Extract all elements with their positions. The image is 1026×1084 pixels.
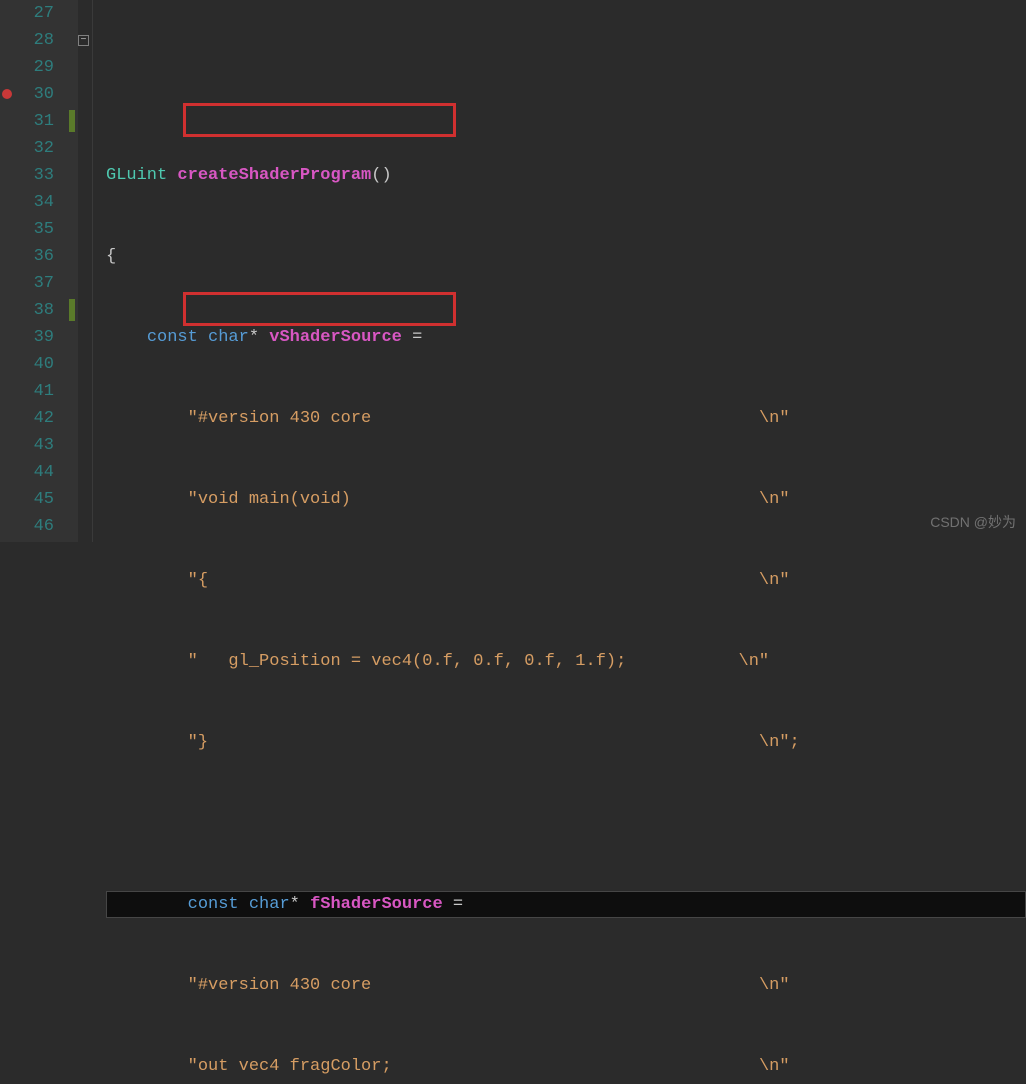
line-number: 27 bbox=[14, 0, 54, 27]
punct: { bbox=[106, 247, 116, 266]
line-number: 38 bbox=[14, 297, 54, 324]
breakpoint-gutter[interactable] bbox=[0, 0, 14, 542]
string-token: "void main(void) bbox=[188, 490, 351, 509]
string-token: \n"; bbox=[759, 733, 800, 752]
string-token: "} bbox=[188, 733, 208, 752]
code-line[interactable]: GLuint createShaderProgram() bbox=[106, 162, 1026, 189]
fold-gutter[interactable]: − bbox=[78, 0, 106, 542]
line-number: 29 bbox=[14, 54, 54, 81]
string-token: \n" bbox=[759, 409, 790, 428]
string-token: "{ bbox=[188, 571, 208, 590]
code-line[interactable] bbox=[106, 81, 1026, 108]
code-line[interactable]: const char* vShaderSource = bbox=[106, 324, 1026, 351]
code-line[interactable]: "#version 430 core \n" bbox=[106, 405, 1026, 432]
line-number: 42 bbox=[14, 405, 54, 432]
line-number: 33 bbox=[14, 162, 54, 189]
function-name: createShaderProgram bbox=[177, 166, 371, 185]
line-number: 43 bbox=[14, 432, 54, 459]
code-line-current[interactable]: const char* fShaderSource = bbox=[106, 891, 1026, 918]
var-name: vShaderSource bbox=[269, 328, 402, 347]
line-number: 36 bbox=[14, 243, 54, 270]
code-line[interactable]: "void main(void) \n" bbox=[106, 486, 1026, 513]
code-line[interactable]: "#version 430 core \n" bbox=[106, 972, 1026, 999]
line-number: 35 bbox=[14, 216, 54, 243]
fold-toggle-icon[interactable]: − bbox=[78, 35, 89, 46]
keyword-token: const bbox=[188, 895, 239, 914]
highlight-box bbox=[183, 103, 456, 137]
change-indicator-gutter bbox=[68, 0, 78, 542]
type-token: GLuint bbox=[106, 166, 167, 185]
string-token: \n" bbox=[759, 1057, 790, 1076]
breakpoint-icon[interactable] bbox=[2, 89, 12, 99]
code-line[interactable]: "out vec4 fragColor; \n" bbox=[106, 1053, 1026, 1080]
code-editor[interactable]: 27 28 29 30 31 32 33 34 35 36 37 38 39 4… bbox=[0, 0, 1026, 542]
line-number: 31 bbox=[14, 108, 54, 135]
string-token: "#version 430 core bbox=[188, 409, 372, 428]
modified-line-icon bbox=[69, 110, 75, 132]
punct: * bbox=[290, 895, 300, 914]
string-token: \n" bbox=[759, 490, 790, 509]
line-number-gutter: 27 28 29 30 31 32 33 34 35 36 37 38 39 4… bbox=[14, 0, 68, 542]
punct: = bbox=[402, 328, 433, 347]
string-token: \n" bbox=[759, 976, 790, 995]
line-number: 37 bbox=[14, 270, 54, 297]
line-number: 44 bbox=[14, 459, 54, 486]
line-number: 40 bbox=[14, 351, 54, 378]
type-token: char bbox=[249, 895, 290, 914]
type-token: char bbox=[208, 328, 249, 347]
line-number: 41 bbox=[14, 378, 54, 405]
modified-line-icon bbox=[69, 299, 75, 321]
string-token: \n" bbox=[739, 652, 770, 671]
punct: = bbox=[443, 895, 474, 914]
punct: () bbox=[371, 166, 391, 185]
code-line[interactable] bbox=[106, 810, 1026, 837]
highlight-box bbox=[183, 292, 456, 326]
code-line[interactable]: "{ \n" bbox=[106, 567, 1026, 594]
code-line[interactable]: { bbox=[106, 243, 1026, 270]
string-token: \n" bbox=[759, 571, 790, 590]
code-area[interactable]: GLuint createShaderProgram() { const cha… bbox=[106, 0, 1026, 542]
string-token: "#version 430 core bbox=[188, 976, 372, 995]
string-token: "out vec4 fragColor; bbox=[188, 1057, 392, 1076]
punct: * bbox=[249, 328, 259, 347]
keyword-token: const bbox=[147, 328, 198, 347]
line-number: 30 bbox=[14, 81, 54, 108]
line-number: 45 bbox=[14, 486, 54, 513]
line-number: 39 bbox=[14, 324, 54, 351]
var-name: fShaderSource bbox=[310, 895, 443, 914]
code-line[interactable]: "} \n"; bbox=[106, 729, 1026, 756]
line-number: 34 bbox=[14, 189, 54, 216]
line-number: 32 bbox=[14, 135, 54, 162]
line-number: 46 bbox=[14, 513, 54, 540]
string-token: " gl_Position = vec4(0.f, 0.f, 0.f, 1.f)… bbox=[188, 652, 627, 671]
line-number: 28 bbox=[14, 27, 54, 54]
code-line[interactable]: " gl_Position = vec4(0.f, 0.f, 0.f, 1.f)… bbox=[106, 648, 1026, 675]
